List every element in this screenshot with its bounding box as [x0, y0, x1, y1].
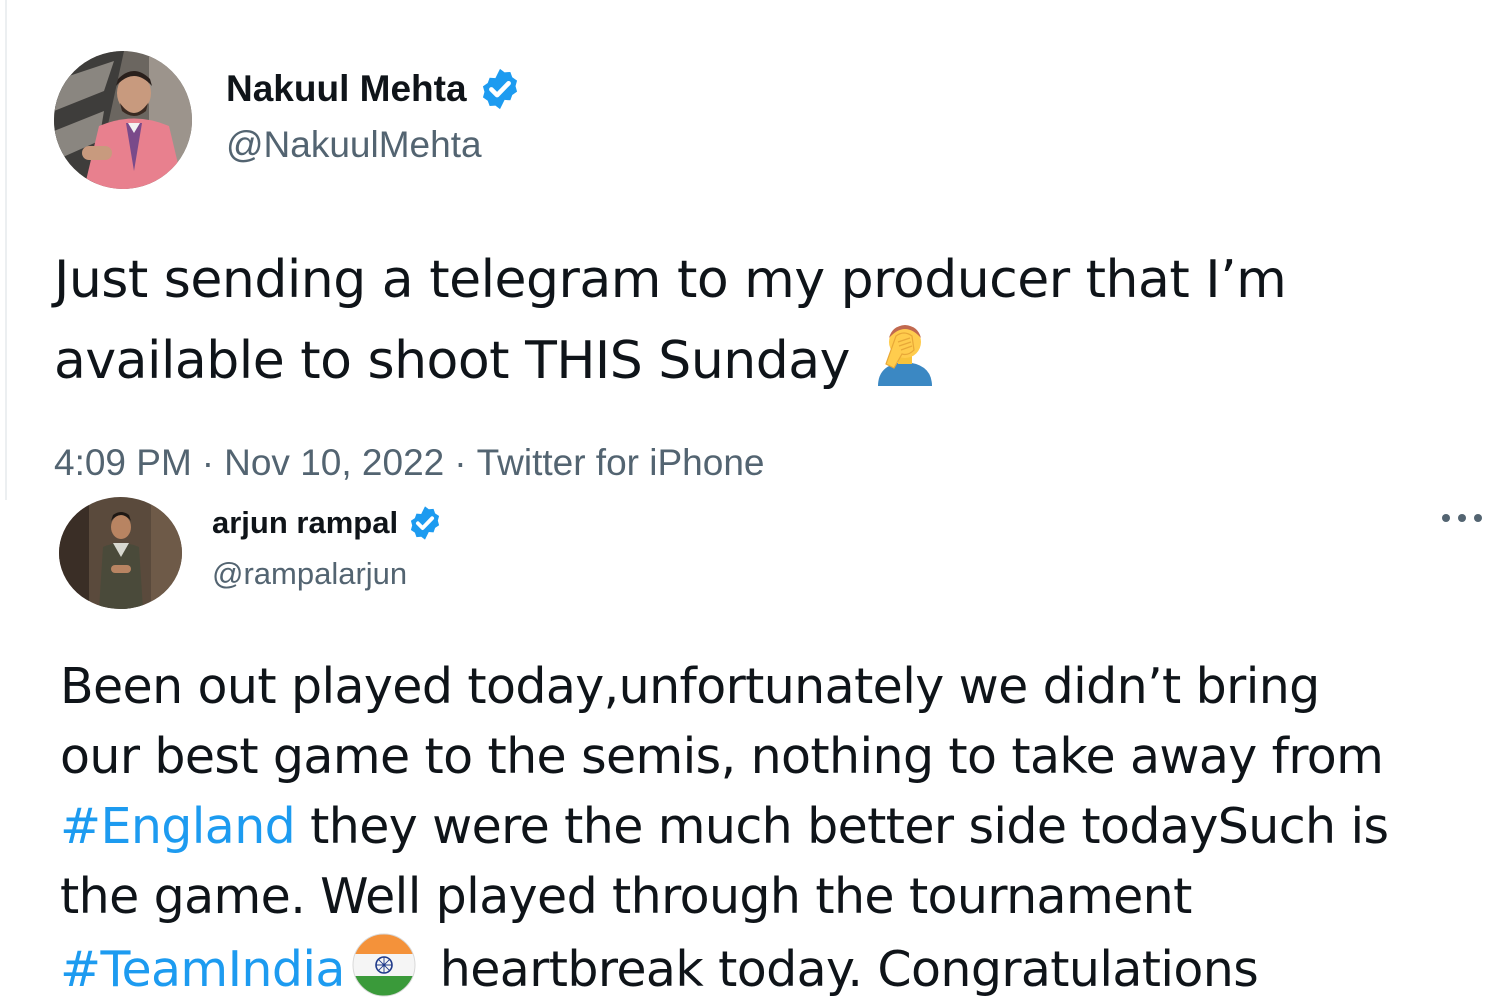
- hashtag-link[interactable]: #England: [60, 798, 296, 855]
- tweet-text: Just sending a telegram to my producer t…: [54, 240, 1287, 401]
- display-name[interactable]: arjun rampal: [212, 503, 444, 543]
- tweet-text: Been out played today,unfortunately we d…: [60, 652, 1389, 1005]
- tweet-date[interactable]: Nov 10, 2022: [224, 442, 444, 483]
- profile-avatar[interactable]: [54, 51, 192, 189]
- more-dot: [1474, 514, 1482, 522]
- tweet-text-line: our best game to the semis, nothing to t…: [60, 728, 1384, 785]
- avatar-photo: [59, 497, 182, 609]
- display-name-text: Nakuul Mehta: [226, 68, 467, 109]
- tweet-text-line: available to shoot THIS Sunday: [54, 320, 1286, 401]
- tweet-source[interactable]: Twitter for iPhone: [477, 442, 765, 483]
- tweet-text-line: #TeamIndia heartbreak today. Congratulat…: [60, 932, 1388, 1005]
- verified-badge-icon: [406, 504, 444, 542]
- tweet-text-line: the game. Well played through the tourna…: [60, 868, 1192, 925]
- profile-avatar[interactable]: [59, 497, 182, 609]
- meta-separator: ·: [201, 442, 215, 483]
- tweet-time[interactable]: 4:09 PM: [54, 442, 192, 483]
- more-options-icon[interactable]: [1442, 508, 1482, 528]
- meta-separator: ·: [454, 442, 467, 483]
- more-dot: [1458, 514, 1466, 522]
- tweet-text-segment: available to shoot THIS Sunday: [54, 331, 850, 391]
- avatar-photo: [54, 51, 192, 189]
- verified-badge-icon: [477, 66, 523, 112]
- card-edge-divider: [5, 0, 7, 500]
- user-handle[interactable]: @NakuulMehta: [226, 124, 482, 166]
- india-flag-icon: [351, 932, 417, 998]
- tweet-text-segment: they were the much better side todaySuch…: [295, 798, 1389, 855]
- tweet-text-segment: heartbreak today. Congratulations: [424, 941, 1259, 998]
- tweet-metadata: 4:09 PM · Nov 10, 2022 · Twitter for iPhone: [54, 442, 764, 484]
- user-handle[interactable]: @rampalarjun: [212, 556, 407, 592]
- tweet-text-line: Been out played today,unfortunately we d…: [60, 658, 1320, 715]
- tweet-card-nakuul: Nakuul Mehta @NakuulMehta Just sending a…: [0, 0, 1500, 500]
- more-dot: [1442, 514, 1450, 522]
- hashtag-link[interactable]: #TeamIndia: [60, 941, 345, 998]
- display-name[interactable]: Nakuul Mehta: [226, 66, 523, 112]
- tweet-text-line: #England they were the much better side …: [60, 792, 1389, 862]
- tweet-text-line: Just sending a telegram to my producer t…: [54, 250, 1287, 310]
- man-facepalming-emoji-icon: [874, 320, 936, 386]
- display-name-text: arjun rampal: [212, 505, 399, 540]
